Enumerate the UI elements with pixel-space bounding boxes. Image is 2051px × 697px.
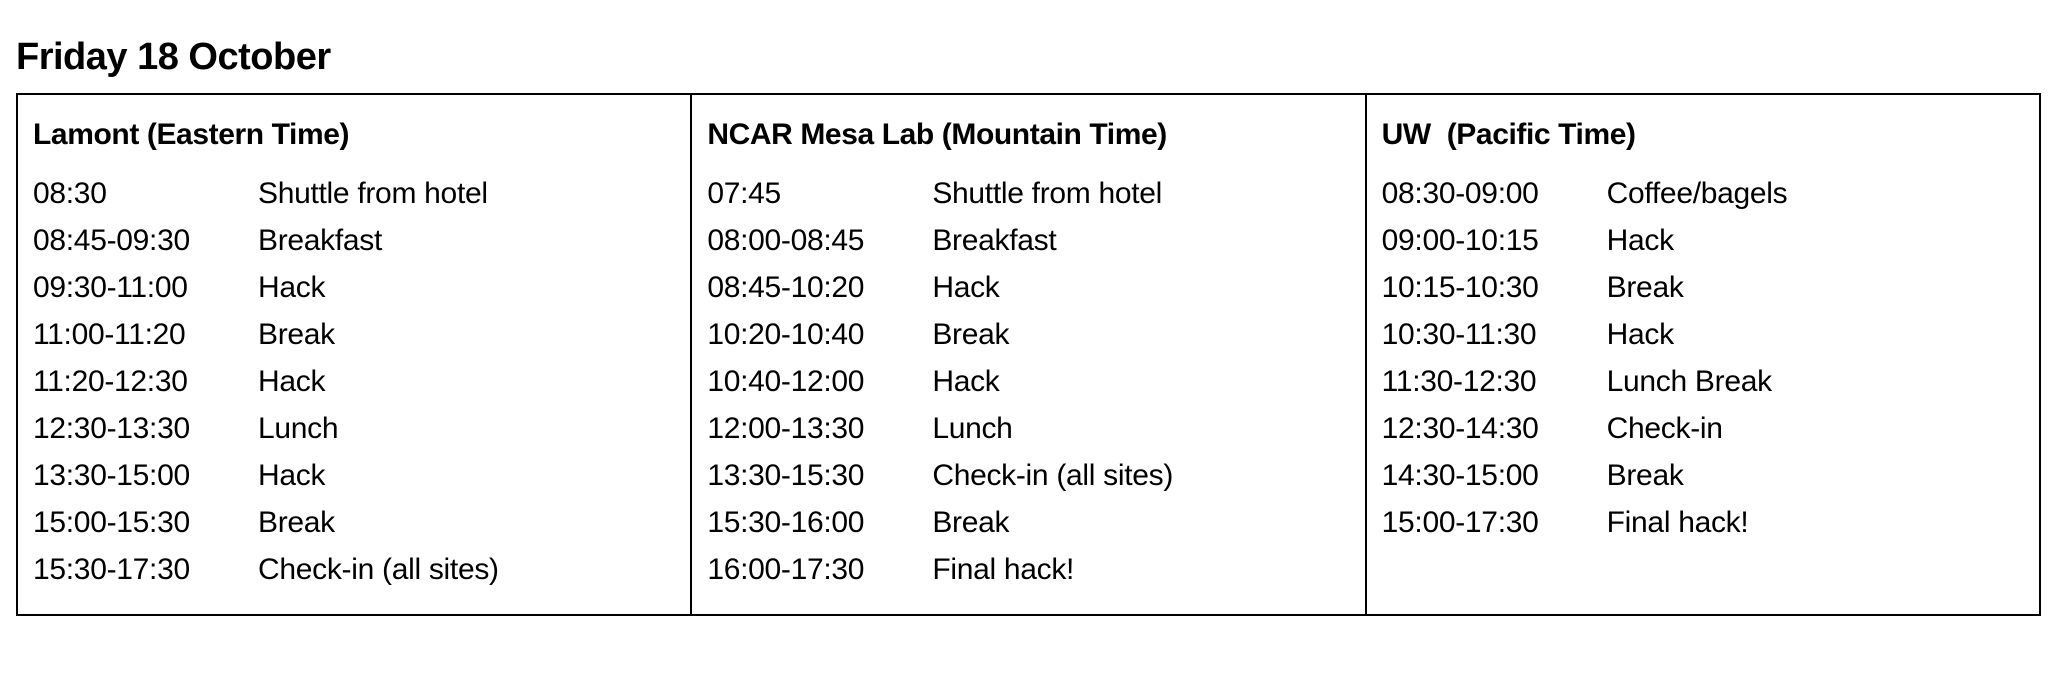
activity: Hack xyxy=(1606,223,1674,257)
site-heading: NCAR Mesa Lab (Mountain Time) xyxy=(707,118,1167,151)
time-slot: 08:45-09:30 xyxy=(33,223,190,257)
activity: Hack xyxy=(1606,317,1674,351)
time-slot: 08:30 xyxy=(33,176,107,210)
activity: Hack xyxy=(258,458,326,492)
time-slot: 10:20-10:40 xyxy=(707,317,865,351)
site-column-uw: UW (Pacific Time) 08:30-09:00 Coffee/bage… xyxy=(1367,95,2039,614)
schedule-row: 15:30-17:30 Check-in (all sites) xyxy=(33,546,690,593)
schedule-row: 12:00-13:30 Lunch xyxy=(707,405,1364,452)
activity: Final hack! xyxy=(1606,505,1749,539)
time-slot: 15:00-17:30 xyxy=(1381,505,1539,539)
schedule-row: 09:00-10:15 Hack xyxy=(1382,217,2039,264)
time-slot: 13:30-15:30 xyxy=(707,458,865,492)
activity: Breakfast xyxy=(932,223,1057,257)
activity: Break xyxy=(1606,458,1684,492)
activity: Shuttle from hotel xyxy=(258,176,488,210)
activity: Break xyxy=(258,505,335,539)
activity: Hack xyxy=(932,270,1000,304)
schedule-row: 10:40-12:00 Hack xyxy=(707,358,1364,405)
time-slot: 09:30-11:00 xyxy=(33,270,188,304)
time-slot: 10:40-12:00 xyxy=(707,364,865,398)
schedule-rows: 07:45 Shuttle from hotel 08:00-08:45 Break… xyxy=(707,170,1364,593)
schedule-row: 08:30-09:00 Coffee/bagels xyxy=(1382,170,2039,217)
site-column-ncar: NCAR Mesa Lab (Mountain Time) 07:45 Shutt… xyxy=(692,95,1367,614)
activity: Breakfast xyxy=(258,223,383,257)
schedule-row: 12:30-13:30 Lunch xyxy=(33,405,690,452)
schedule-table: Lamont (Eastern Time) 08:30 Shuttle from … xyxy=(16,93,2041,616)
schedule-row: 09:30-11:00 Hack xyxy=(33,264,690,311)
schedule-row: 15:30-16:00 Break xyxy=(707,499,1364,546)
activity: Check-in (all sites) xyxy=(258,552,499,586)
time-slot: 14:30-15:00 xyxy=(1381,458,1539,492)
schedule-row: 15:00-15:30 Break xyxy=(33,499,690,546)
time-slot: 13:30-15:00 xyxy=(33,458,190,492)
schedule-rows: 08:30 Shuttle from hotel 08:45-09:30 Break… xyxy=(33,170,690,593)
time-slot: 12:30-14:30 xyxy=(1381,411,1539,445)
schedule-row: 12:30-14:30 Check-in xyxy=(1382,405,2039,452)
activity: Lunch xyxy=(932,411,1013,445)
site-column-lamont: Lamont (Eastern Time) 08:30 Shuttle from … xyxy=(18,95,693,614)
schedule-row: 15:00-17:30 Final hack! xyxy=(1382,499,2039,546)
activity: Lunch xyxy=(258,411,339,445)
time-slot: 10:30-11:30 xyxy=(1381,317,1537,351)
time-slot: 09:00-10:15 xyxy=(1381,223,1539,257)
time-slot: 08:45-10:20 xyxy=(707,270,865,304)
schedule-row: 13:30-15:30 Check-in (all sites) xyxy=(707,452,1364,499)
schedule-row: 10:30-11:30 Hack xyxy=(1382,311,2039,358)
activity: Break xyxy=(932,317,1010,351)
schedule-row: 11:00-11:20 Break xyxy=(33,311,690,358)
time-slot: 08:30-09:00 xyxy=(1381,176,1539,210)
activity: Break xyxy=(258,317,335,351)
activity: Shuttle from hotel xyxy=(932,176,1163,210)
schedule-row: 08:00-08:45 Breakfast xyxy=(707,217,1364,264)
schedule-row: 16:00-17:30 Final hack! xyxy=(707,546,1364,593)
time-slot: 07:45 xyxy=(707,176,781,210)
schedule-row: 08:30 Shuttle from hotel xyxy=(33,170,690,217)
activity: Hack xyxy=(258,364,326,398)
page-title: Friday 18 October xyxy=(16,36,331,78)
time-slot: 15:30-17:30 xyxy=(33,552,190,586)
time-slot: 11:30-12:30 xyxy=(1381,364,1537,398)
activity: Final hack! xyxy=(932,552,1075,586)
schedule-row: 13:30-15:00 Hack xyxy=(33,452,690,499)
activity: Check-in (all sites) xyxy=(932,458,1174,492)
time-slot: 15:00-15:30 xyxy=(33,505,190,539)
activity: Break xyxy=(1606,270,1684,304)
activity: Check-in xyxy=(1606,411,1723,445)
time-slot: 08:00-08:45 xyxy=(707,223,865,257)
schedule-row: 10:15-10:30 Break xyxy=(1382,264,2039,311)
activity: Hack xyxy=(932,364,1000,398)
activity: Break xyxy=(932,505,1010,539)
time-slot: 15:30-16:00 xyxy=(707,505,865,539)
time-slot: 12:00-13:30 xyxy=(707,411,865,445)
schedule-row: 11:30-12:30 Lunch Break xyxy=(1382,358,2039,405)
schedule-row: 07:45 Shuttle from hotel xyxy=(707,170,1364,217)
schedule-row: 14:30-15:00 Break xyxy=(1382,452,2039,499)
activity: Lunch Break xyxy=(1606,364,1772,398)
activity: Hack xyxy=(258,270,326,304)
schedule-row: 10:20-10:40 Break xyxy=(707,311,1364,358)
activity: Coffee/bagels xyxy=(1606,176,1788,210)
schedule-row: 08:45-10:20 Hack xyxy=(707,264,1364,311)
schedule-row: 11:20-12:30 Hack xyxy=(33,358,690,405)
time-slot: 16:00-17:30 xyxy=(707,552,865,586)
time-slot: 11:00-11:20 xyxy=(33,317,186,351)
time-slot: 12:30-13:30 xyxy=(33,411,190,445)
time-slot: 11:20-12:30 xyxy=(33,364,188,398)
site-heading: UW (Pacific Time) xyxy=(1381,118,1636,151)
schedule-rows: 08:30-09:00 Coffee/bagels 09:00-10:15 Hack… xyxy=(1382,170,2039,546)
time-slot: 10:15-10:30 xyxy=(1381,270,1539,304)
schedule-row: 08:45-09:30 Breakfast xyxy=(33,217,690,264)
site-heading: Lamont (Eastern Time) xyxy=(33,118,350,151)
